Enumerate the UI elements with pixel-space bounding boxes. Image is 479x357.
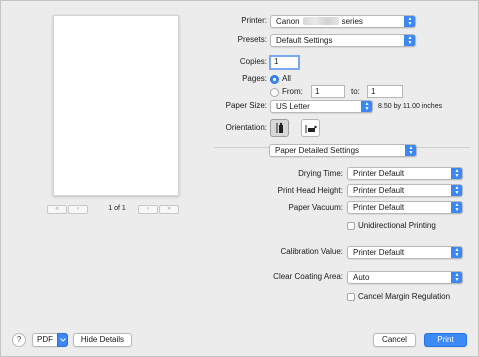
- pages-all-radio[interactable]: [270, 75, 279, 84]
- pdf-button[interactable]: PDF: [32, 333, 58, 347]
- calibration-popup[interactable]: Printer Default ▲ ▼: [347, 246, 463, 259]
- paper-size-popup[interactable]: US Letter ▲ ▼: [270, 100, 373, 113]
- vacuum-label: Paper Vacuum:: [288, 203, 343, 212]
- page-nav-right: › »: [138, 204, 179, 214]
- copies-label: Copies:: [239, 57, 267, 66]
- chevron-down-icon: [59, 338, 66, 342]
- printer-popup[interactable]: Canon series ▲ ▼: [270, 15, 416, 28]
- coating-value: Auto: [353, 273, 370, 282]
- presets-popup[interactable]: Default Settings ▲ ▼: [270, 34, 416, 47]
- coating-label: Clear Coating Area:: [273, 272, 343, 281]
- landscape-orientation-icon: [305, 125, 317, 133]
- pages-label: Pages:: [242, 74, 267, 83]
- hide-details-button[interactable]: Hide Details: [73, 333, 132, 347]
- copies-field[interactable]: 1: [269, 55, 300, 70]
- page-nav-left: « ‹: [47, 204, 88, 214]
- last-page-button[interactable]: »: [159, 204, 179, 214]
- pages-from-label: From:: [282, 87, 303, 96]
- next-page-button[interactable]: ›: [138, 204, 158, 214]
- printer-label: Printer:: [241, 16, 267, 25]
- print-preview: [53, 15, 179, 196]
- head-height-value: Printer Default: [353, 186, 405, 195]
- orientation-label: Orientation:: [225, 123, 267, 132]
- landscape-button[interactable]: [301, 119, 320, 137]
- calibration-value: Printer Default: [353, 248, 405, 257]
- updown-arrows-icon: ▲ ▼: [361, 101, 372, 112]
- pages-to-label: to:: [351, 87, 360, 96]
- updown-arrows-icon: ▲ ▼: [404, 35, 415, 46]
- paper-dimensions: 8.50 by 11.00 inches: [378, 103, 443, 110]
- pdf-menu-button[interactable]: [57, 333, 68, 347]
- calibration-label: Calibration Value:: [280, 247, 343, 256]
- presets-label: Presets:: [237, 35, 267, 44]
- updown-arrows-icon: ▲ ▼: [451, 168, 462, 179]
- cancel-margin-checkbox[interactable]: [347, 293, 355, 301]
- paper-size-label: Paper Size:: [225, 101, 267, 110]
- updown-arrows-icon: ▲ ▼: [404, 16, 415, 27]
- first-page-button[interactable]: «: [47, 204, 67, 214]
- pages-from-field[interactable]: 1: [311, 85, 345, 98]
- paper-size-value: US Letter: [276, 102, 310, 111]
- unidirectional-label: Unidirectional Printing: [358, 221, 436, 230]
- updown-arrows-icon: ▲ ▼: [451, 202, 462, 213]
- portrait-orientation-icon: [276, 122, 283, 133]
- double-right-icon: »: [167, 206, 171, 212]
- pages-to-field[interactable]: 1: [367, 85, 403, 98]
- unidirectional-checkbox[interactable]: [347, 222, 355, 230]
- pages-all-label: All: [282, 74, 291, 83]
- print-button[interactable]: Print: [424, 333, 467, 347]
- vacuum-popup[interactable]: Printer Default ▲ ▼: [347, 201, 463, 214]
- portrait-button[interactable]: [270, 119, 289, 137]
- print-dialog: « ‹ 1 of 1 › » Printer: Canon series ▲ ▼ P…: [0, 0, 479, 357]
- chevron-left-icon: ‹: [77, 206, 79, 212]
- presets-value: Default Settings: [276, 36, 333, 45]
- printer-name-prefix: Canon: [276, 17, 300, 26]
- printer-name-suffix: series: [341, 17, 363, 26]
- coating-popup[interactable]: Auto ▲ ▼: [347, 271, 463, 284]
- head-height-label: Print Head Height:: [277, 186, 343, 195]
- drying-time-value: Printer Default: [353, 169, 405, 178]
- chevron-right-icon: ›: [147, 206, 149, 212]
- vacuum-value: Printer Default: [353, 203, 405, 212]
- cancel-button[interactable]: Cancel: [373, 333, 416, 347]
- updown-arrows-icon: ▲ ▼: [451, 272, 462, 283]
- double-left-icon: «: [55, 206, 59, 212]
- drying-time-label: Drying Time:: [298, 169, 343, 178]
- updown-arrows-icon: ▲ ▼: [451, 247, 462, 258]
- updown-arrows-icon: ▲ ▼: [451, 185, 462, 196]
- previous-page-button[interactable]: ‹: [68, 204, 88, 214]
- cancel-margin-label: Cancel Margin Regulation: [358, 292, 451, 301]
- page-count: 1 of 1: [108, 205, 126, 212]
- pages-from-radio[interactable]: [270, 88, 279, 97]
- updown-arrows-icon: ▲ ▼: [405, 145, 416, 156]
- help-button[interactable]: ?: [12, 333, 26, 347]
- section-popup[interactable]: Paper Detailed Settings ▲ ▼: [269, 144, 417, 157]
- drying-time-popup[interactable]: Printer Default ▲ ▼: [347, 167, 463, 180]
- head-height-popup[interactable]: Printer Default ▲ ▼: [347, 184, 463, 197]
- redacted-printer-model: [302, 17, 339, 25]
- section-value: Paper Detailed Settings: [275, 146, 360, 155]
